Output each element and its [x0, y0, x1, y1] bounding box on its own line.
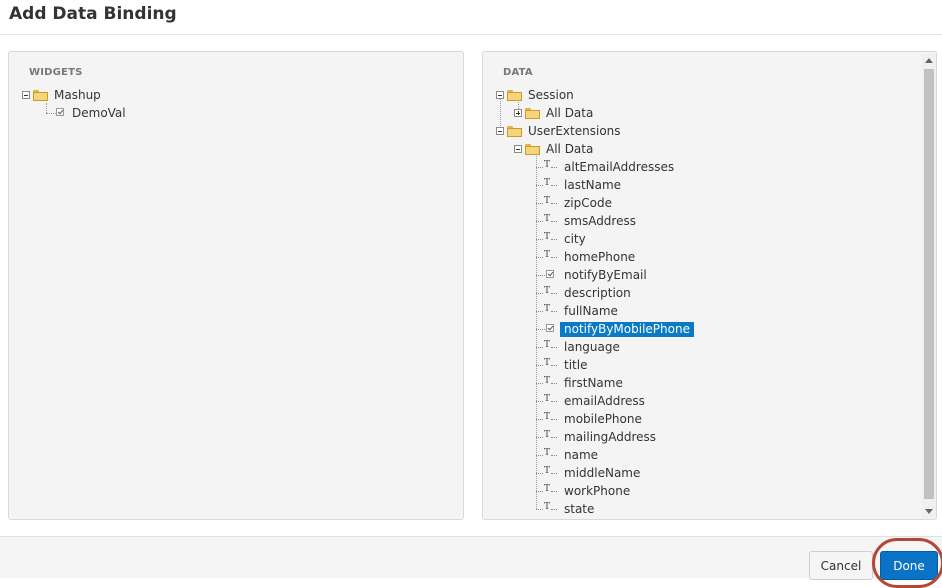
- tree-connector: [46, 103, 47, 113]
- tree-node-label: state: [564, 502, 595, 516]
- data-panel: DATA Session All Data UserExtensions All…: [482, 51, 937, 520]
- scroll-thumb[interactable]: [924, 69, 934, 499]
- text-type-icon: T: [536, 178, 558, 191]
- data-field-notifyByEmail[interactable]: notifyByEmail: [536, 267, 647, 283]
- data-field-description[interactable]: Tdescription: [536, 285, 631, 301]
- text-type-icon: T: [536, 286, 558, 299]
- data-field-firstName[interactable]: TfirstName: [536, 375, 623, 391]
- data-field-lastName[interactable]: TlastName: [536, 177, 621, 193]
- tree-node-label: All Data: [546, 106, 594, 120]
- text-type-icon: T: [536, 412, 558, 425]
- tree-node-label: Session: [528, 88, 574, 102]
- checkbox-icon: [536, 269, 558, 281]
- text-type-icon: T: [536, 358, 558, 371]
- tree-node-label: notifyByEmail: [564, 268, 647, 282]
- tree-node-label: firstName: [564, 376, 623, 390]
- tree-node-label: language: [564, 340, 620, 354]
- tree-node-label: All Data: [546, 142, 594, 156]
- data-field-fullName[interactable]: TfullName: [536, 303, 618, 319]
- data-field-name[interactable]: Tname: [536, 447, 598, 463]
- tree-node-label: lastName: [564, 178, 622, 192]
- text-type-icon: T: [536, 430, 558, 443]
- text-type-icon: T: [536, 160, 558, 173]
- tree-node-label: middleName: [564, 466, 641, 480]
- folder-icon: [525, 107, 540, 119]
- tree-node-label: fullName: [564, 304, 618, 318]
- text-type-icon: T: [536, 394, 558, 407]
- text-type-icon: T: [536, 448, 558, 461]
- dialog-footer: [0, 537, 942, 578]
- data-field-homePhone[interactable]: ThomePhone: [536, 249, 635, 265]
- data-field-zipCode[interactable]: TzipCode: [536, 195, 612, 211]
- text-type-icon: T: [536, 340, 558, 353]
- tree-node-session[interactable]: Session: [496, 87, 574, 103]
- data-field-title[interactable]: Ttitle: [536, 357, 587, 373]
- tree-node-label: smsAddress: [564, 214, 636, 228]
- text-type-icon: T: [536, 466, 558, 479]
- title-divider: [0, 34, 942, 35]
- collapse-toggle-icon[interactable]: [496, 127, 504, 135]
- text-type-icon: T: [536, 484, 558, 497]
- tree-node-label: altEmailAddresses: [564, 160, 675, 174]
- data-field-language[interactable]: Tlanguage: [536, 339, 620, 355]
- tree-node-label: title: [564, 358, 588, 372]
- collapse-toggle-icon[interactable]: [496, 91, 504, 99]
- tree-node-mashup[interactable]: Mashup: [22, 87, 101, 103]
- tree-node-userextensions[interactable]: UserExtensions: [496, 123, 621, 139]
- text-type-icon: T: [536, 250, 558, 263]
- tree-node-label: zipCode: [564, 196, 612, 210]
- data-field-emailAddress[interactable]: TemailAddress: [536, 393, 645, 409]
- data-field-smsAddress[interactable]: TsmsAddress: [536, 213, 636, 229]
- checkbox-icon: [48, 107, 66, 119]
- done-button[interactable]: Done: [880, 551, 938, 580]
- collapse-toggle-icon[interactable]: [514, 145, 522, 153]
- data-field-city[interactable]: Tcity: [536, 231, 586, 247]
- text-type-icon: T: [536, 232, 558, 245]
- data-field-mailingAddress[interactable]: TmailingAddress: [536, 429, 656, 445]
- tree-node-label: emailAddress: [564, 394, 645, 408]
- dialog-title: Add Data Binding: [9, 4, 177, 24]
- tree-node-label: workPhone: [564, 484, 631, 498]
- widgets-heading: WIDGETS: [29, 67, 83, 78]
- tree-node-label: description: [564, 286, 631, 300]
- data-field-notifyByMobilePhone[interactable]: notifyByMobilePhone: [536, 321, 694, 337]
- folder-icon: [507, 89, 522, 101]
- checkbox-icon: [536, 323, 558, 335]
- cancel-button[interactable]: Cancel: [809, 551, 873, 580]
- folder-icon: [507, 125, 522, 137]
- tree-node-label: mobilePhone: [564, 412, 642, 426]
- tree-node-label: city: [564, 232, 586, 246]
- collapse-toggle-icon[interactable]: [22, 91, 30, 99]
- tree-node-session-all-data[interactable]: All Data: [514, 105, 593, 121]
- tree-node-label: notifyByMobilePhone: [560, 321, 694, 337]
- data-field-mobilePhone[interactable]: TmobilePhone: [536, 411, 642, 427]
- tree-node-label: UserExtensions: [528, 124, 621, 138]
- data-field-state[interactable]: Tstate: [536, 501, 594, 517]
- tree-node-label: name: [564, 448, 599, 462]
- data-field-workPhone[interactable]: TworkPhone: [536, 483, 630, 499]
- folder-icon: [525, 143, 540, 155]
- data-field-altEmailAddresses[interactable]: TaltEmailAddresses: [536, 159, 674, 175]
- text-type-icon: T: [536, 502, 558, 515]
- tree-node-userextensions-all-data[interactable]: All Data: [514, 141, 593, 157]
- data-panel-scrollbar[interactable]: [922, 54, 936, 518]
- tree-node-demoval[interactable]: DemoVal: [48, 105, 126, 121]
- widgets-panel: WIDGETS Mashup DemoVal: [8, 51, 464, 520]
- text-type-icon: T: [536, 304, 558, 317]
- expand-toggle-icon[interactable]: [514, 109, 522, 117]
- tree-node-label: homePhone: [564, 250, 636, 264]
- text-type-icon: T: [536, 376, 558, 389]
- data-field-middleName[interactable]: TmiddleName: [536, 465, 640, 481]
- tree-node-label: Mashup: [54, 88, 101, 102]
- text-type-icon: T: [536, 214, 558, 227]
- scroll-down-arrow-icon[interactable]: [925, 509, 933, 514]
- tree-node-label: DemoVal: [72, 106, 126, 120]
- folder-icon: [33, 89, 48, 101]
- tree-node-label: mailingAddress: [564, 430, 657, 444]
- scroll-up-arrow-icon[interactable]: [925, 58, 933, 63]
- data-heading: DATA: [503, 67, 533, 78]
- text-type-icon: T: [536, 196, 558, 209]
